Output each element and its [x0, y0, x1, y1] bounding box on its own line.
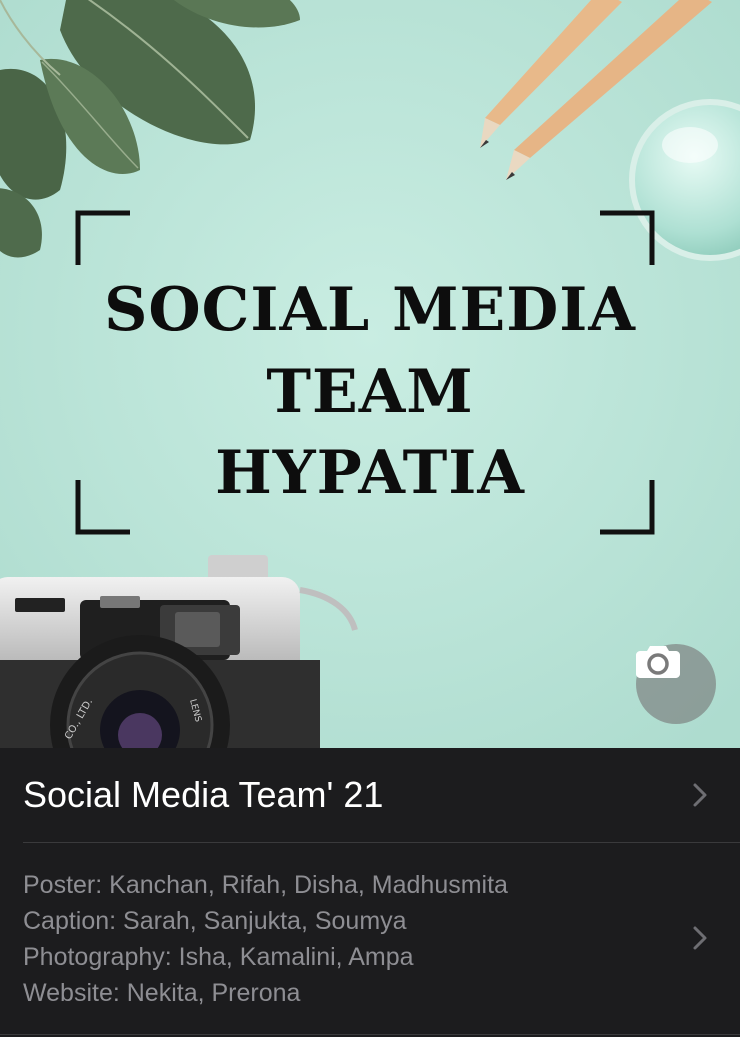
poster-title-line1: SOCIAL MEDIA: [104, 275, 636, 345]
description-line-website: Website: Nekita, Prerona: [23, 979, 301, 1007]
group-description-row[interactable]: Poster: Kanchan, Rifah, Disha, Madhusmit…: [0, 843, 740, 1037]
description-line-caption: Caption: Sarah, Sanjukta, Soumya: [23, 907, 407, 935]
camera-icon: [636, 646, 680, 678]
description-line-poster: Poster: Kanchan, Rifah, Disha, Madhusmit…: [23, 871, 508, 899]
bottom-divider: [0, 1034, 740, 1035]
group-name: Social Media Team' 21: [23, 774, 384, 815]
poster-title-line3: HYPATIA: [215, 438, 525, 508]
description-line-photography: Photography: Isha, Kamalini, Ampa: [23, 943, 414, 971]
group-name-row[interactable]: Social Media Team' 21: [0, 748, 740, 842]
chevron-right-icon: [693, 926, 707, 950]
group-photo[interactable]: CO., LTD. LENS SOCIAL MEDIA TEAM HYPATIA: [0, 0, 740, 748]
group-description: Poster: Kanchan, Rifah, Disha, Madhusmit…: [23, 867, 508, 1011]
group-info-panel: Social Media Team' 21 Poster: Kanchan, R…: [0, 748, 740, 1037]
chevron-right-icon: [693, 783, 707, 807]
change-photo-button[interactable]: [636, 644, 716, 724]
poster-title-line2: TEAM: [266, 357, 474, 427]
